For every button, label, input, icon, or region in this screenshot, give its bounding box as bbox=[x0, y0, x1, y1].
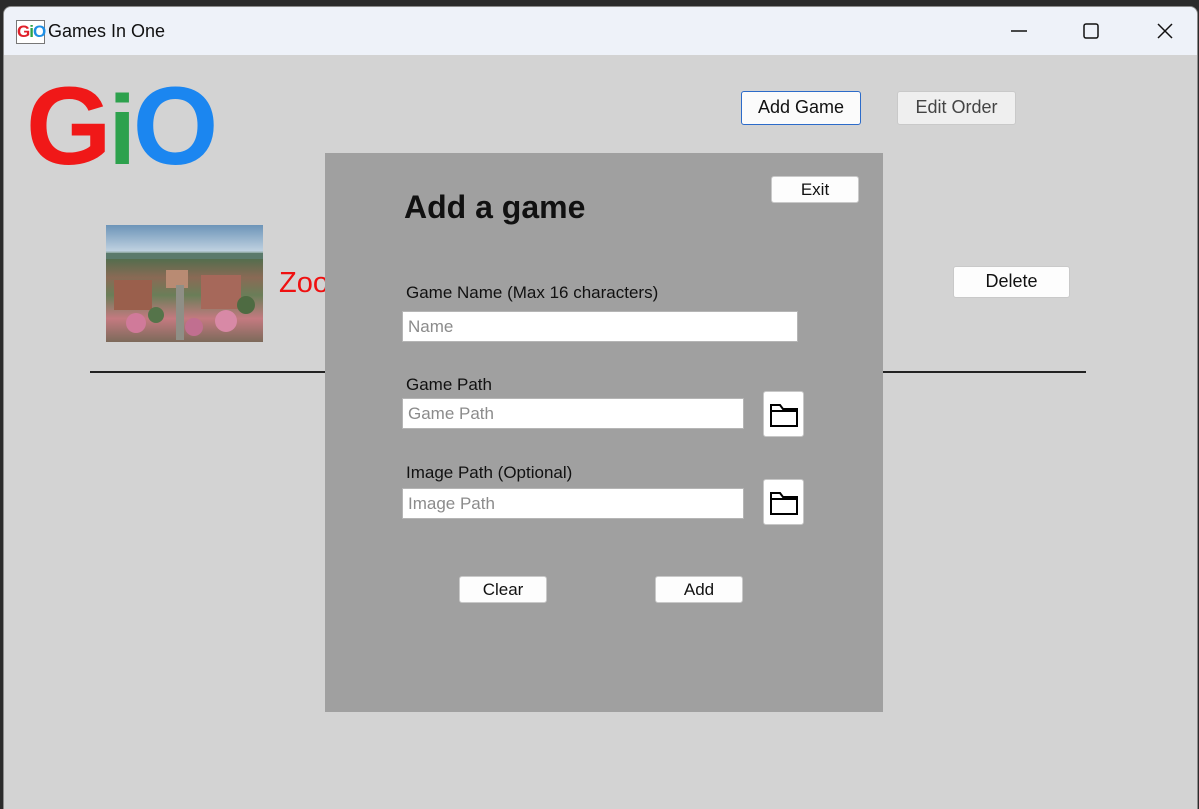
game-thumbnail bbox=[106, 225, 263, 342]
browse-image-path-button[interactable] bbox=[763, 479, 804, 525]
gio-logo: GiO bbox=[26, 65, 218, 188]
app-window: GiO Games In One GiO Add Game Edit Order… bbox=[3, 6, 1198, 809]
add-game-button[interactable]: Add Game bbox=[741, 91, 861, 125]
dialog-title: Add a game bbox=[404, 189, 586, 225]
game-path-input[interactable] bbox=[402, 398, 744, 429]
add-game-dialog: Add a game Exit Game Name (Max 16 charac… bbox=[325, 153, 883, 712]
game-name-label[interactable]: Zoo bbox=[279, 267, 329, 300]
clear-button[interactable]: Clear bbox=[459, 576, 547, 603]
app-icon: GiO bbox=[16, 20, 46, 44]
maximize-icon bbox=[1083, 23, 1099, 39]
add-button[interactable]: Add bbox=[655, 576, 743, 603]
folder-icon bbox=[770, 492, 798, 515]
close-button[interactable] bbox=[1130, 7, 1197, 55]
game-path-label: Game Path bbox=[406, 375, 492, 394]
campus-image bbox=[106, 253, 263, 340]
game-name-input[interactable] bbox=[402, 311, 798, 342]
edit-order-button[interactable]: Edit Order bbox=[897, 91, 1016, 125]
image-path-input[interactable] bbox=[402, 488, 744, 519]
title-bar: GiO Games In One bbox=[4, 7, 1197, 55]
browse-game-path-button[interactable] bbox=[763, 391, 804, 437]
exit-button[interactable]: Exit bbox=[771, 176, 859, 203]
window-title: Games In One bbox=[48, 21, 166, 41]
maximize-button[interactable] bbox=[1056, 7, 1126, 55]
game-name-field-label: Game Name (Max 16 characters) bbox=[406, 283, 659, 302]
image-path-label: Image Path (Optional) bbox=[406, 463, 573, 482]
minimize-button[interactable] bbox=[984, 7, 1054, 55]
folder-icon bbox=[770, 404, 798, 427]
delete-game-button[interactable]: Delete bbox=[953, 266, 1070, 298]
close-icon bbox=[1157, 23, 1173, 39]
minimize-icon bbox=[1011, 30, 1027, 32]
